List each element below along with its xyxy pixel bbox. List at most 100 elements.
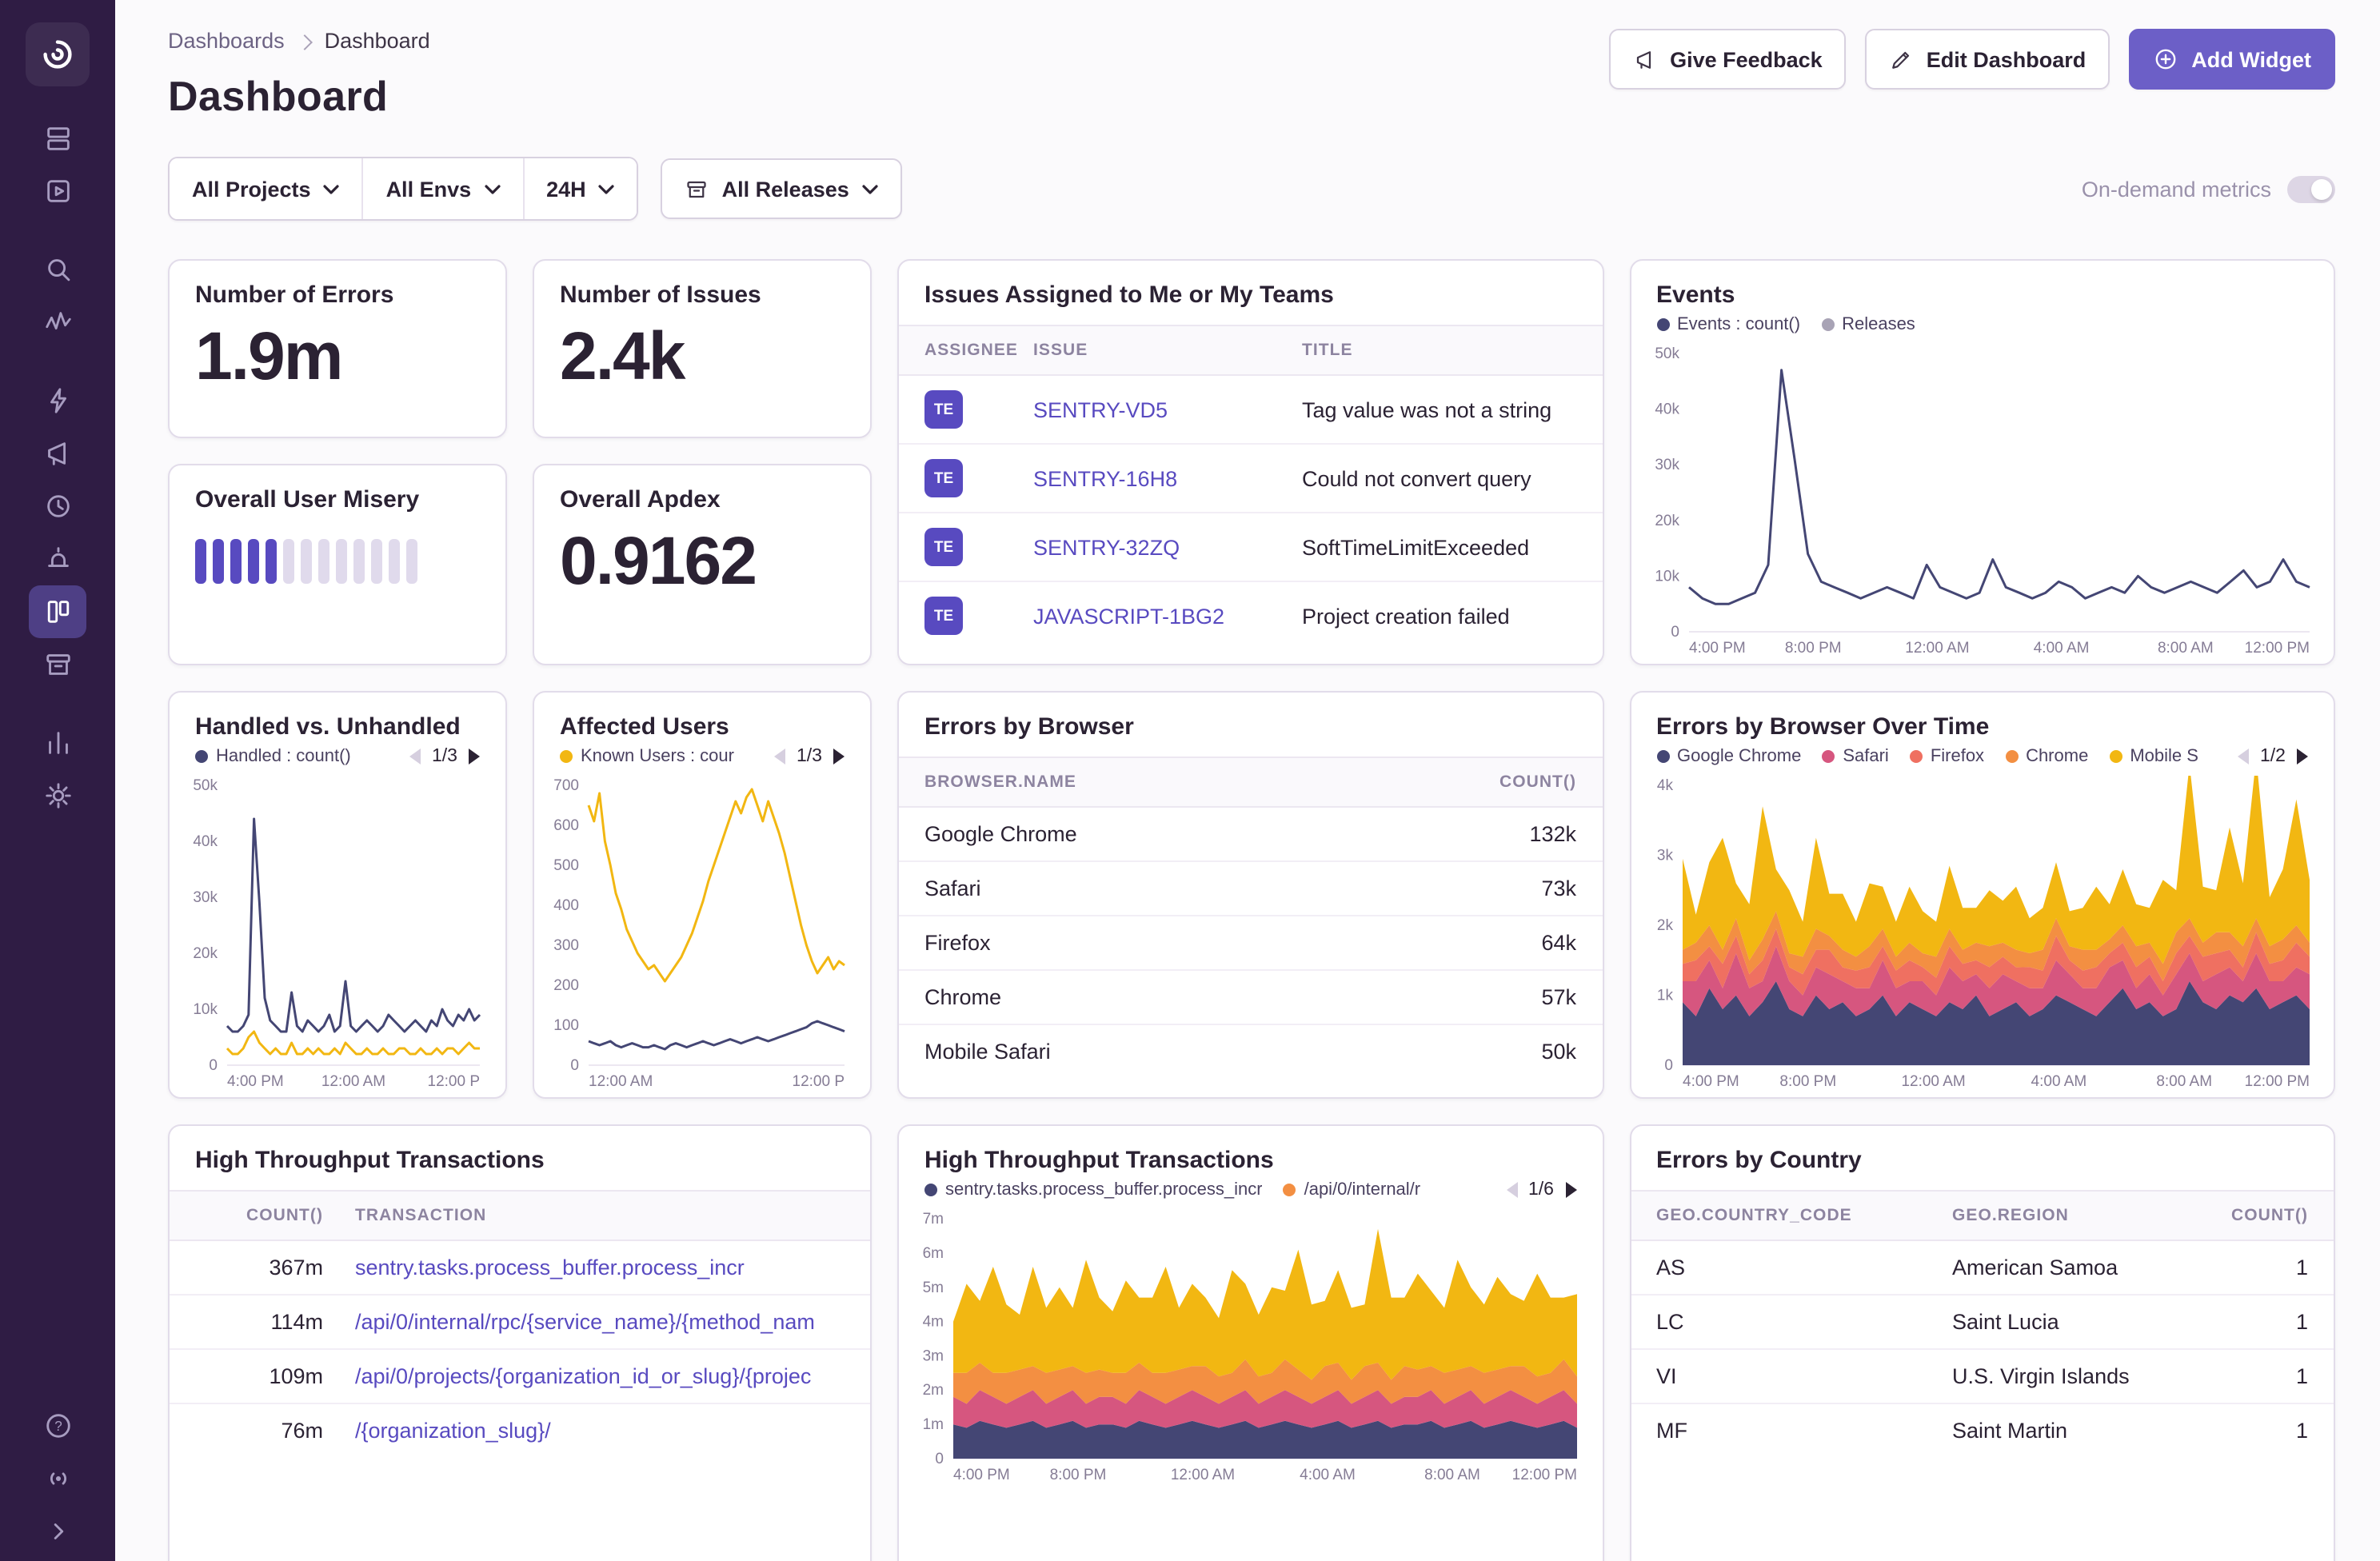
add-widget-button[interactable]: Add Widget (2129, 29, 2335, 90)
next-page-icon[interactable] (1565, 1182, 1576, 1198)
prev-page-icon[interactable] (1506, 1182, 1517, 1198)
country-code: VI (1656, 1364, 1952, 1388)
widget-title: Affected Users (560, 713, 845, 741)
sidebar-item-issues[interactable] (29, 112, 86, 165)
page-indicator: 1/6 (1528, 1180, 1554, 1200)
widget-issues-assigned: Issues Assigned to Me or My Teams ASSIGN… (897, 259, 1603, 665)
svg-text:12:00 PM: 12:00 PM (2244, 1073, 2309, 1090)
sidebar-item-search[interactable] (29, 243, 86, 296)
legend-item: sentry.tasks.process_buffer.process_incr (924, 1180, 1263, 1200)
sidebar-item-stats[interactable] (29, 717, 86, 769)
legend-pager: 1/2 (2238, 747, 2308, 766)
sidebar-item-crons[interactable] (29, 533, 86, 585)
sentry-logo[interactable] (26, 22, 90, 86)
widget-errors-by-country: Errors by Country GEO.COUNTRY_CODE GEO.R… (1629, 1124, 2335, 1561)
on-demand-toggle[interactable] (2287, 175, 2335, 202)
filter-environments[interactable]: All Envs (364, 158, 525, 219)
chevron-down-icon (862, 183, 878, 194)
svg-text:8:00 PM: 8:00 PM (1784, 640, 1841, 657)
transaction-link[interactable]: sentry.tasks.process_buffer.process_incr (355, 1256, 845, 1280)
throughput-chart[interactable]: 01m2m3m4m5m6m7m4:00 PM8:00 PM12:00 AM4:0… (905, 1209, 1589, 1484)
country-count: 1 (2196, 1364, 2308, 1388)
transaction-link[interactable]: /api/0/projects/{organization_id_or_slug… (355, 1364, 845, 1388)
country-region: Saint Lucia (1952, 1310, 2196, 1334)
events-chart[interactable]: 010k20k30k40k50k4:00 PM8:00 PM12:00 AM4:… (1637, 344, 2321, 657)
svg-text:30k: 30k (1654, 457, 1679, 473)
widget-handled-vs-unhandled: Handled vs. Unhandled Handled : count() … (168, 691, 507, 1099)
widget-title: High Throughput Transactions (195, 1147, 845, 1174)
sidebar-item-settings[interactable] (29, 769, 86, 822)
legend-item: Handled : count() (195, 747, 351, 766)
prev-page-icon[interactable] (2238, 749, 2249, 765)
issue-link[interactable]: SENTRY-16H8 (1033, 466, 1302, 490)
edit-dashboard-button[interactable]: Edit Dashboard (1866, 29, 2110, 90)
lightning-icon (42, 385, 73, 416)
chevron-down-icon (484, 183, 500, 194)
breadcrumb-dashboards[interactable]: Dashboards (168, 29, 285, 53)
filter-date-range[interactable]: 24H (524, 158, 637, 219)
table-header: ASSIGNEE ISSUE TITLE (899, 325, 1602, 376)
filter-projects[interactable]: All Projects (170, 158, 364, 219)
page-indicator: 1/2 (2260, 747, 2286, 766)
widget-title: Handled vs. Unhandled (195, 713, 480, 741)
browsers-over-time-chart[interactable]: 01k2k3k4k4:00 PM8:00 PM12:00 AM4:00 AM8:… (1637, 776, 2321, 1091)
page-indicator: 1/3 (432, 747, 457, 766)
next-page-icon[interactable] (833, 749, 845, 765)
svg-text:8:00 AM: 8:00 AM (2155, 1073, 2211, 1090)
svg-text:1m: 1m (923, 1416, 944, 1433)
legend-dot (1821, 318, 1834, 331)
svg-text:4:00 PM: 4:00 PM (953, 1467, 1010, 1483)
widget-apdex: Overall Apdex 0.9162 (533, 464, 872, 665)
sidebar-item-discover[interactable] (29, 374, 86, 427)
affected-users-chart[interactable]: 010020030040050060070012:00 AM12:00 P (541, 776, 857, 1091)
sidebar-item-dashboards[interactable] (29, 585, 86, 638)
svg-text:4:00 AM: 4:00 AM (2031, 1073, 2086, 1090)
svg-text:?: ? (54, 1419, 62, 1434)
legend-item: Mobile S (2109, 747, 2198, 766)
prev-page-icon[interactable] (409, 749, 421, 765)
give-feedback-button[interactable]: Give Feedback (1609, 29, 1847, 90)
browser-count: 50k (1464, 1040, 1576, 1064)
legend-dot (195, 750, 208, 763)
table-row: Mobile Safari 50k (899, 1024, 1602, 1078)
table-row: TE SENTRY-VD5 Tag value was not a string (899, 376, 1602, 443)
sidebar-bottom: ? (29, 1399, 86, 1561)
sidebar-item-feedback[interactable] (29, 427, 86, 480)
widget-high-throughput-chart: High Throughput Transactions sentry.task… (897, 1124, 1603, 1561)
issues-icon (42, 123, 73, 154)
widget-errors-by-browser-over-time: Errors by Browser Over Time Google Chrom… (1629, 691, 2335, 1099)
issue-link[interactable]: SENTRY-32ZQ (1033, 535, 1302, 559)
widget-errors-by-browser: Errors by Browser BROWSER.NAME COUNT() G… (897, 691, 1603, 1099)
table-row: VI U.S. Virgin Islands 1 (1631, 1348, 2334, 1403)
svg-text:400: 400 (553, 897, 579, 914)
legend-dot (1822, 750, 1835, 763)
legend-dot (1656, 318, 1669, 331)
sentry-logo-icon (40, 37, 75, 72)
sidebar-item-whats-new[interactable] (29, 1452, 86, 1505)
misery-score-bar (195, 539, 480, 584)
svg-text:5m: 5m (923, 1280, 944, 1296)
svg-text:100: 100 (553, 1017, 579, 1034)
next-page-icon[interactable] (2297, 749, 2308, 765)
table-row: MF Saint Martin 1 (1631, 1403, 2334, 1457)
sidebar-item-help[interactable]: ? (29, 1399, 86, 1452)
next-page-icon[interactable] (469, 749, 480, 765)
issue-link[interactable]: JAVASCRIPT-1BG2 (1033, 604, 1302, 628)
chart-legend: Events : count()Releases (1656, 315, 1915, 334)
issue-link[interactable]: SENTRY-VD5 (1033, 397, 1302, 421)
transaction-link[interactable]: /{organization_slug}/ (355, 1419, 845, 1443)
prev-page-icon[interactable] (774, 749, 785, 765)
transaction-link[interactable]: /api/0/internal/rpc/{service_name}/{meth… (355, 1310, 845, 1334)
sidebar-item-releases[interactable] (29, 638, 86, 691)
country-count: 1 (2196, 1310, 2308, 1334)
sidebar-collapse[interactable] (29, 1505, 86, 1558)
filter-releases[interactable]: All Releases (661, 158, 902, 219)
gear-icon (42, 780, 73, 811)
sidebar-item-traces[interactable] (29, 296, 86, 349)
sidebar-item-replays[interactable] (29, 480, 86, 533)
page-title: Dashboard (168, 72, 430, 122)
handled-chart[interactable]: 010k20k30k40k50k4:00 PM12:00 AM12:00 P (176, 776, 493, 1091)
browser-name: Firefox (924, 931, 1464, 955)
sidebar-item-projects[interactable] (29, 165, 86, 218)
svg-text:7m: 7m (923, 1211, 944, 1228)
